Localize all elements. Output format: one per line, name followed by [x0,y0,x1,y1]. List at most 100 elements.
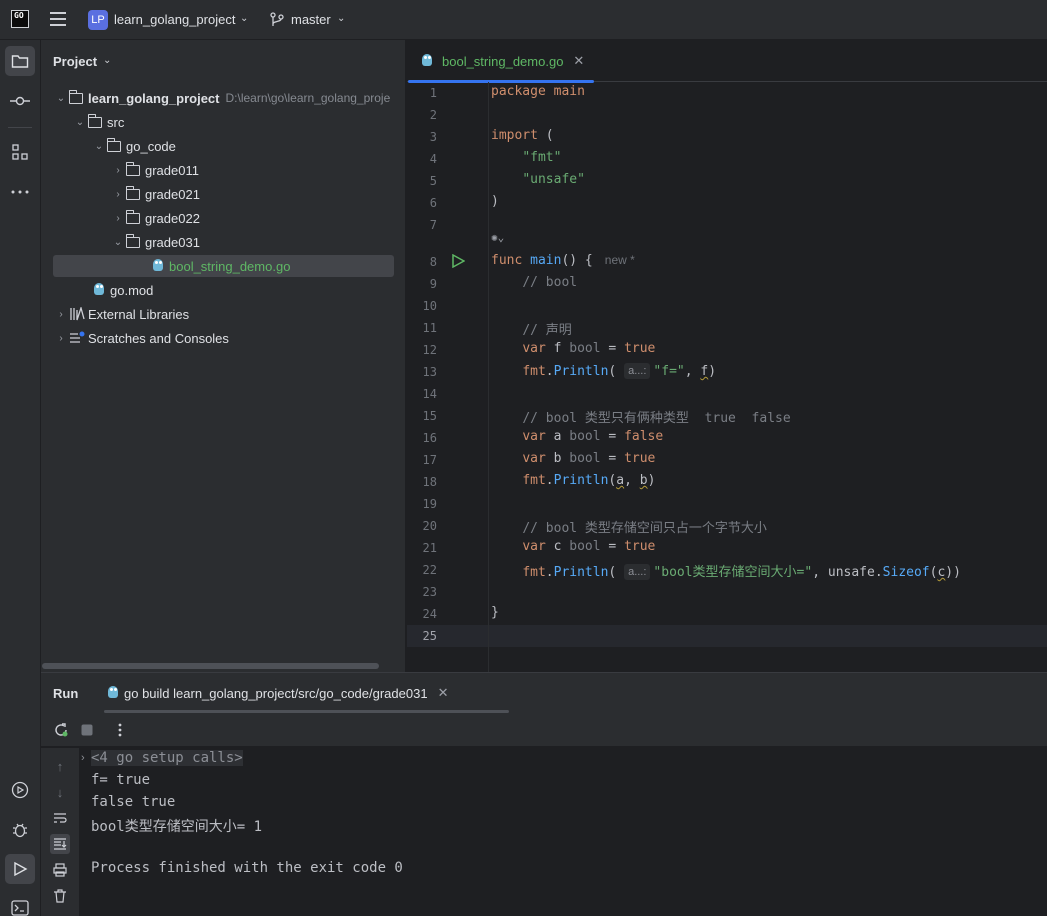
tree-item-grade022[interactable]: › grade022 [110,207,200,229]
more-icon[interactable] [5,177,35,207]
tree-item-label: bool_string_demo.go [169,258,291,274]
soft-wrap-icon[interactable] [50,808,70,828]
arrow-up-icon[interactable]: ↑ [50,756,70,776]
code-line: "fmt" [522,150,562,165]
tree-item-src[interactable]: ⌄ src [72,111,124,133]
tree-item-label: src [107,114,125,130]
tree-item-scratches[interactable]: › Scratches and Consoles [53,327,229,349]
tree-item-go-code[interactable]: ⌄ go_code [91,135,176,157]
tree-item-grade011[interactable]: › grade011 [110,159,199,181]
code-line: // bool [522,275,578,290]
console-line[interactable]: <4 go setup calls> [91,750,243,766]
inlay-author-hint: new * [604,253,635,267]
services-icon[interactable] [5,775,35,805]
line-number: 5 [429,174,437,188]
run-panel-title[interactable]: Run [53,686,78,701]
arrow-down-icon[interactable]: ↓ [50,782,70,802]
stop-icon[interactable] [77,720,97,740]
git-branch-icon[interactable] [270,12,284,28]
tree-item-label: External Libraries [88,306,190,322]
go-mod-icon [93,283,105,297]
chevron-right-icon[interactable]: › [53,333,69,344]
expand-chevron-icon[interactable]: › [81,752,85,764]
folder-icon [69,90,83,104]
folder-icon [107,138,121,152]
chevron-down-icon[interactable]: ⌄ [337,13,345,24]
chevron-down-icon[interactable]: ⌄ [103,55,111,66]
tree-item-grade031[interactable]: ⌄ grade031 [110,231,200,253]
rerun-icon[interactable] [51,720,71,740]
horizontal-scrollbar[interactable] [42,663,379,669]
project-name[interactable]: learn_golang_project [114,12,235,27]
chevron-right-icon[interactable]: › [110,165,126,176]
tree-item-go-mod[interactable]: go.mod [93,279,153,301]
code-line: var b bool = true [522,451,656,466]
chevron-down-icon[interactable]: ⌄ [91,141,107,152]
tree-item-grade021[interactable]: › grade021 [110,183,200,205]
terminal-icon[interactable] [5,893,35,916]
chevron-right-icon[interactable]: › [110,213,126,224]
print-icon[interactable] [50,860,70,880]
close-icon[interactable]: ✕ [438,685,449,701]
tree-item-path: D:\learn\go\learn_golang_proje [225,91,391,105]
folder-icon [126,162,140,176]
run-config-tab[interactable]: go build learn_golang_project/src/go_cod… [107,685,448,701]
chevron-right-icon[interactable]: › [110,189,126,200]
ai-assistant-icon[interactable]: ✺⌄ [491,231,504,244]
run-play-icon[interactable] [5,854,35,884]
chevron-right-icon[interactable]: › [53,309,69,320]
branch-name[interactable]: master [291,12,331,27]
line-number: 19 [422,497,437,511]
tree-item-label: grade021 [145,186,200,202]
chevron-down-icon[interactable]: ⌄ [72,117,88,128]
library-icon [70,307,85,321]
editor-tab[interactable]: bool_string_demo.go ✕ [407,40,595,83]
left-tool-strip [0,40,41,916]
parameter-hint: a...: [624,564,651,580]
goland-logo-icon[interactable]: GO [11,10,29,28]
folder-icon [126,234,140,248]
line-number: 20 [422,519,437,533]
tree-item-external-libraries[interactable]: › External Libraries [53,303,189,325]
line-number: 1 [429,86,437,100]
go-file-icon [421,54,433,68]
line-number: 12 [422,343,437,357]
go-build-icon [107,686,119,700]
structure-icon[interactable] [5,137,35,167]
line-number: 9 [429,277,437,291]
chevron-down-icon[interactable]: ⌄ [110,237,126,248]
chevron-down-icon[interactable]: ⌄ [240,13,248,24]
project-folder-icon[interactable] [5,46,35,76]
run-gutter-play-icon[interactable] [451,254,465,268]
tree-item-label: Scratches and Consoles [88,330,229,346]
code-line: ) [491,194,499,209]
line-number: 10 [422,299,437,313]
close-icon[interactable]: ✕ [573,53,584,69]
line-number: 4 [429,152,437,166]
line-number: 14 [422,387,437,401]
code-line: fmt.Println( a...: "f=", f) [522,363,717,379]
code-line: fmt.Println( a...: "bool类型存储空间大小=", unsaf… [522,564,961,580]
tree-item-project-root[interactable]: ⌄ learn_golang_project D:\learn\go\learn… [53,87,390,109]
editor-tab-bar: bool_string_demo.go ✕ [407,40,1047,83]
project-badge[interactable]: LP [88,10,108,30]
debug-bug-icon[interactable] [5,815,35,845]
line-number: 8 [429,255,437,269]
project-panel-title[interactable]: Project [53,54,97,69]
line-number: 13 [422,365,437,379]
code-line: "unsafe" [522,172,585,187]
tree-item-label: go.mod [110,282,154,298]
code-line: package main [491,84,585,99]
code-line: func main() {new * [491,253,635,268]
project-panel: Project ⌄ ⌄ learn_golang_project D:\lear… [41,40,406,672]
more-vertical-icon[interactable] [110,720,130,740]
code-area[interactable]: package main import ( "fmt" "unsafe" ) ✺… [491,82,1047,672]
scroll-to-end-icon[interactable] [50,834,70,854]
chevron-down-icon[interactable]: ⌄ [53,93,69,104]
commit-icon[interactable] [5,86,35,116]
tree-item-bool-string-demo[interactable]: bool_string_demo.go [53,255,394,277]
line-number: 3 [429,130,437,144]
main-menu-icon[interactable] [50,12,66,26]
trash-icon[interactable] [50,886,70,906]
line-number: 11 [422,321,437,335]
